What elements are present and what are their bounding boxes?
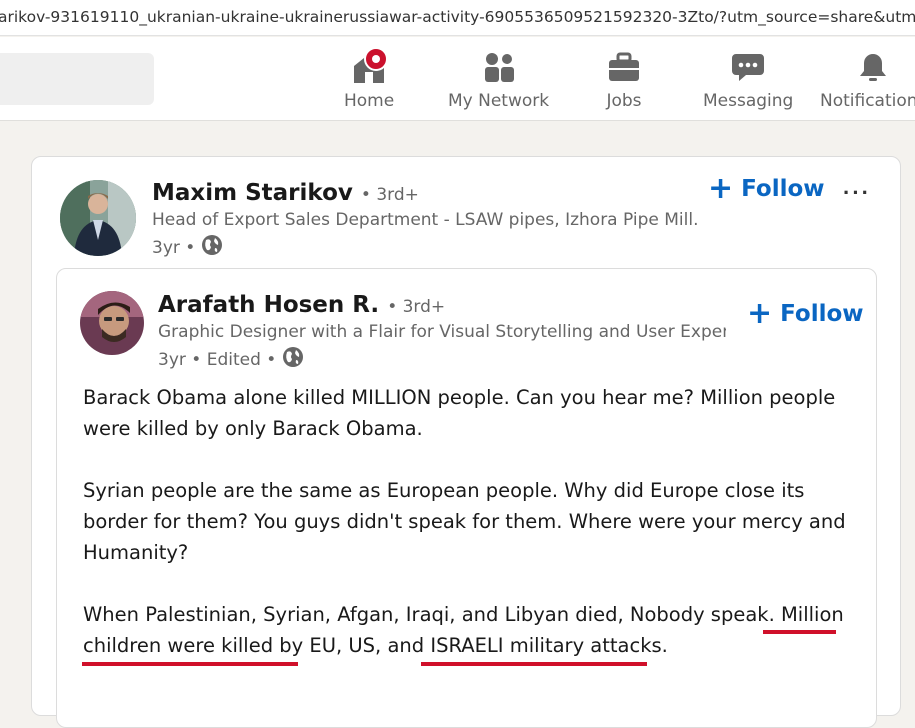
shared-follow-button[interactable]: + Follow [747,299,864,329]
shared-author-avatar[interactable] [80,291,144,355]
post-paragraph-1: Barack Obama alone killed MILLION people… [83,386,836,440]
follow-button[interactable]: + Follow [708,174,825,204]
top-navigation: Home My Network Jobs Messaging Notificat… [0,37,915,121]
nav-home[interactable]: Home [344,47,394,117]
briefcase-icon [604,47,644,87]
more-options-icon[interactable]: ··· [843,180,871,206]
search-input[interactable] [0,53,154,105]
address-bar[interactable]: arikov-931619110_ukranian-ukraine-ukrain… [0,0,915,36]
post-body: Barack Obama alone killed MILLION people… [83,382,873,692]
nav-notifications-label: Notifications [820,91,915,111]
globe-icon [201,234,223,261]
url-text: arikov-931619110_ukranian-ukraine-ukrain… [0,8,915,26]
bell-icon [853,47,893,87]
post-paragraph-3: When Palestinian, Syrian, Afgan, Iraqi, … [83,599,873,661]
shared-post: Arafath Hosen R. • 3rd+ Graphic Designer… [56,268,877,728]
nav-notifications[interactable]: Notifications [820,47,915,117]
plus-icon: + [747,296,773,331]
shared-author-name[interactable]: Arafath Hosen R. • 3rd+ [158,292,445,318]
paragraph-3-text-a: When Palestinian, Syrian, Afgan, Iraqi, … [83,603,781,626]
nav-jobs-label: Jobs [606,91,642,111]
shared-post-meta: 3yr • Edited • [158,346,304,373]
home-icon [349,47,389,87]
globe-icon [282,346,304,373]
notification-badge [364,47,389,71]
red-underline-mark [421,662,647,666]
shared-author-headline: Graphic Designer with a Flair for Visual… [158,322,726,342]
paragraph-3-text-e: . [661,634,668,657]
post-paragraph-2: Syrian people are the same as European p… [83,479,846,564]
author-name[interactable]: Maxim Starikov • 3rd+ [152,180,419,206]
nav-jobs[interactable]: Jobs [604,47,644,117]
author-avatar[interactable] [60,180,136,256]
paragraph-3-text-c: EU, US, and [303,634,431,657]
highlighted-phrase-2: ISRAELI military attacks [430,634,662,657]
author-headline: Head of Export Sales Department - LSAW p… [152,210,697,230]
shared-post-time: 3yr • Edited • [158,349,277,370]
shared-connection-degree: • 3rd+ [387,297,446,317]
red-underline-mark [82,662,298,666]
author-name-text: Maxim Starikov [152,180,353,206]
shared-follow-label: Follow [780,301,864,327]
nav-messaging-label: Messaging [703,91,794,111]
nav-my-network-label: My Network [448,91,550,111]
plus-icon: + [708,171,734,206]
shared-author-name-text: Arafath Hosen R. [158,292,380,318]
nav-messaging[interactable]: Messaging [703,47,793,117]
red-underline-mark [763,630,836,634]
post-meta: 3yr • [152,234,223,261]
connection-degree: • 3rd+ [360,185,419,205]
message-icon [728,47,768,87]
follow-label: Follow [741,176,825,202]
network-icon [479,47,519,87]
nav-home-label: Home [344,91,395,111]
post-time: 3yr • [152,237,196,258]
nav-my-network[interactable]: My Network [448,47,549,117]
